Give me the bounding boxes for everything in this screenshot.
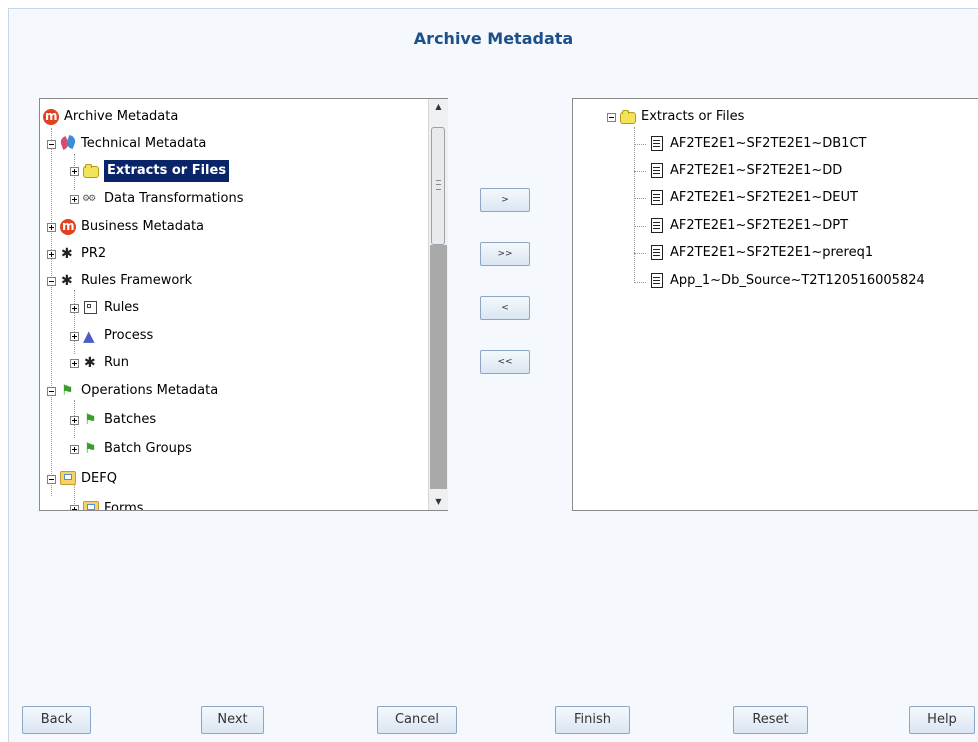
tree-node-rules-framework[interactable]: Rules Framework — [47, 270, 192, 292]
scroll-down-arrow-icon[interactable]: ▼ — [429, 494, 448, 510]
tree-node-label: Technical Metadata — [81, 136, 207, 151]
tree-node-technical-metadata[interactable]: Technical Metadata — [47, 133, 206, 155]
tree-node-label: AF2TE2E1~SF2TE2E1~DB1CT — [670, 136, 867, 151]
tree-node-file[interactable]: AF2TE2E1~SF2TE2E1~prereq1 — [648, 242, 873, 264]
collapse-icon[interactable] — [47, 139, 56, 149]
tree-node-file[interactable]: AF2TE2E1~SF2TE2E1~DEUT — [648, 187, 858, 209]
tree-node-label: Batch Groups — [104, 441, 192, 456]
tree-node-label: Process — [104, 328, 154, 343]
selected-metadata-tree[interactable]: Extracts or Files AF2TE2E1~SF2TE2E1~DB1C… — [572, 98, 978, 511]
tree-node-file[interactable]: AF2TE2E1~SF2TE2E1~DD — [648, 160, 842, 182]
defq-icon — [59, 470, 77, 488]
operations-icon — [82, 411, 100, 429]
help-button[interactable]: Help — [909, 706, 975, 734]
remove-all-button[interactable]: << — [480, 350, 530, 374]
collapse-icon[interactable] — [607, 112, 616, 122]
folder-icon — [82, 162, 100, 180]
tree-node-batch-groups[interactable]: Batch Groups — [70, 438, 192, 460]
document-icon — [648, 162, 666, 180]
document-icon — [648, 244, 666, 262]
archive-icon — [42, 108, 60, 126]
tree-node-label: PR2 — [81, 246, 107, 261]
tree-node-extracts-or-files-root[interactable]: Extracts or Files — [607, 106, 744, 128]
tree-node-label: AF2TE2E1~SF2TE2E1~DEUT — [670, 190, 858, 205]
defq-icon — [82, 500, 100, 510]
tree-node-label: App_1~Db_Source~T2T120516005824 — [670, 273, 925, 288]
tree-node-label: Extracts or Files — [641, 109, 745, 124]
scrollbar-track[interactable] — [430, 245, 447, 489]
expand-icon[interactable] — [70, 331, 79, 341]
rules-icon — [82, 299, 100, 317]
expand-icon[interactable] — [70, 415, 79, 425]
back-button[interactable]: Back — [22, 706, 91, 734]
expand-icon[interactable] — [70, 504, 79, 510]
technical-metadata-icon — [59, 135, 77, 153]
tree-node-rules[interactable]: Rules — [70, 297, 139, 319]
tree-node-label: Archive Metadata — [64, 109, 179, 124]
finish-button[interactable]: Finish — [555, 706, 630, 734]
collapse-icon[interactable] — [47, 386, 56, 396]
tree-node-label-selected: Extracts or Files — [104, 160, 230, 182]
tree-node-label: Run — [104, 355, 129, 370]
expand-icon[interactable] — [70, 303, 79, 313]
expand-icon[interactable] — [47, 249, 56, 259]
document-icon — [648, 189, 666, 207]
document-icon — [648, 217, 666, 235]
document-icon — [648, 135, 666, 153]
runner-icon — [59, 245, 77, 263]
tree-node-process[interactable]: Process — [70, 325, 153, 347]
runner-icon — [59, 272, 77, 290]
scrollbar-thumb[interactable] — [431, 127, 445, 245]
tree-node-forms[interactable]: Forms — [70, 498, 144, 511]
remove-selected-button[interactable]: < — [480, 296, 530, 320]
expand-icon[interactable] — [47, 222, 56, 232]
operations-icon — [82, 440, 100, 458]
tree-node-extracts-or-files[interactable]: Extracts or Files — [70, 160, 230, 182]
tree-node-label: Forms — [104, 501, 144, 511]
available-metadata-tree[interactable]: Archive Metadata Technical Metadata Extr… — [39, 98, 448, 511]
gears-icon — [82, 190, 100, 208]
add-all-button[interactable]: >> — [480, 242, 530, 266]
tree-node-label: Business Metadata — [81, 219, 205, 234]
scroll-up-arrow-icon[interactable]: ▲ — [429, 99, 448, 115]
tree-node-pr2[interactable]: PR2 — [47, 243, 106, 265]
tree-node-business-metadata[interactable]: Business Metadata — [47, 216, 204, 238]
tree-node-label: Operations Metadata — [81, 383, 219, 398]
operations-icon — [59, 382, 77, 400]
left-tree-scrollbar[interactable]: ▲ ▼ — [428, 99, 448, 510]
folder-icon — [619, 108, 637, 126]
tree-node-batches[interactable]: Batches — [70, 409, 156, 431]
page-title: Archive Metadata — [413, 29, 574, 48]
archive-icon — [59, 218, 77, 236]
expand-icon[interactable] — [70, 358, 79, 368]
tree-node-archive-metadata[interactable]: Archive Metadata — [42, 106, 178, 128]
cancel-button[interactable]: Cancel — [377, 706, 457, 734]
tree-node-run[interactable]: Run — [70, 352, 129, 374]
tree-node-label: Rules — [104, 300, 140, 315]
tree-node-operations-metadata[interactable]: Operations Metadata — [47, 380, 218, 402]
tree-node-file[interactable]: AF2TE2E1~SF2TE2E1~DB1CT — [648, 133, 866, 155]
collapse-icon[interactable] — [47, 474, 56, 484]
tree-node-label: Batches — [104, 412, 157, 427]
document-icon — [648, 272, 666, 290]
process-icon — [82, 327, 100, 345]
tree-node-defq[interactable]: DEFQ — [47, 468, 117, 490]
expand-icon[interactable] — [70, 444, 79, 454]
tree-node-label: AF2TE2E1~SF2TE2E1~DPT — [670, 218, 849, 233]
reset-button[interactable]: Reset — [733, 706, 808, 734]
runner-icon — [82, 354, 100, 372]
tree-node-label: Rules Framework — [81, 273, 193, 288]
next-button[interactable]: Next — [201, 706, 264, 734]
tree-node-label: AF2TE2E1~SF2TE2E1~prereq1 — [670, 245, 874, 260]
tree-node-label: Data Transformations — [104, 191, 244, 206]
tree-node-label: AF2TE2E1~SF2TE2E1~DD — [670, 163, 843, 178]
expand-icon[interactable] — [70, 166, 79, 176]
add-selected-button[interactable]: > — [480, 188, 530, 212]
tree-node-file[interactable]: AF2TE2E1~SF2TE2E1~DPT — [648, 215, 848, 237]
tree-node-file[interactable]: App_1~Db_Source~T2T120516005824 — [648, 270, 925, 292]
expand-icon[interactable] — [70, 194, 79, 204]
collapse-icon[interactable] — [47, 276, 56, 286]
tree-node-data-transformations[interactable]: Data Transformations — [70, 188, 243, 210]
tree-node-label: DEFQ — [81, 471, 117, 486]
